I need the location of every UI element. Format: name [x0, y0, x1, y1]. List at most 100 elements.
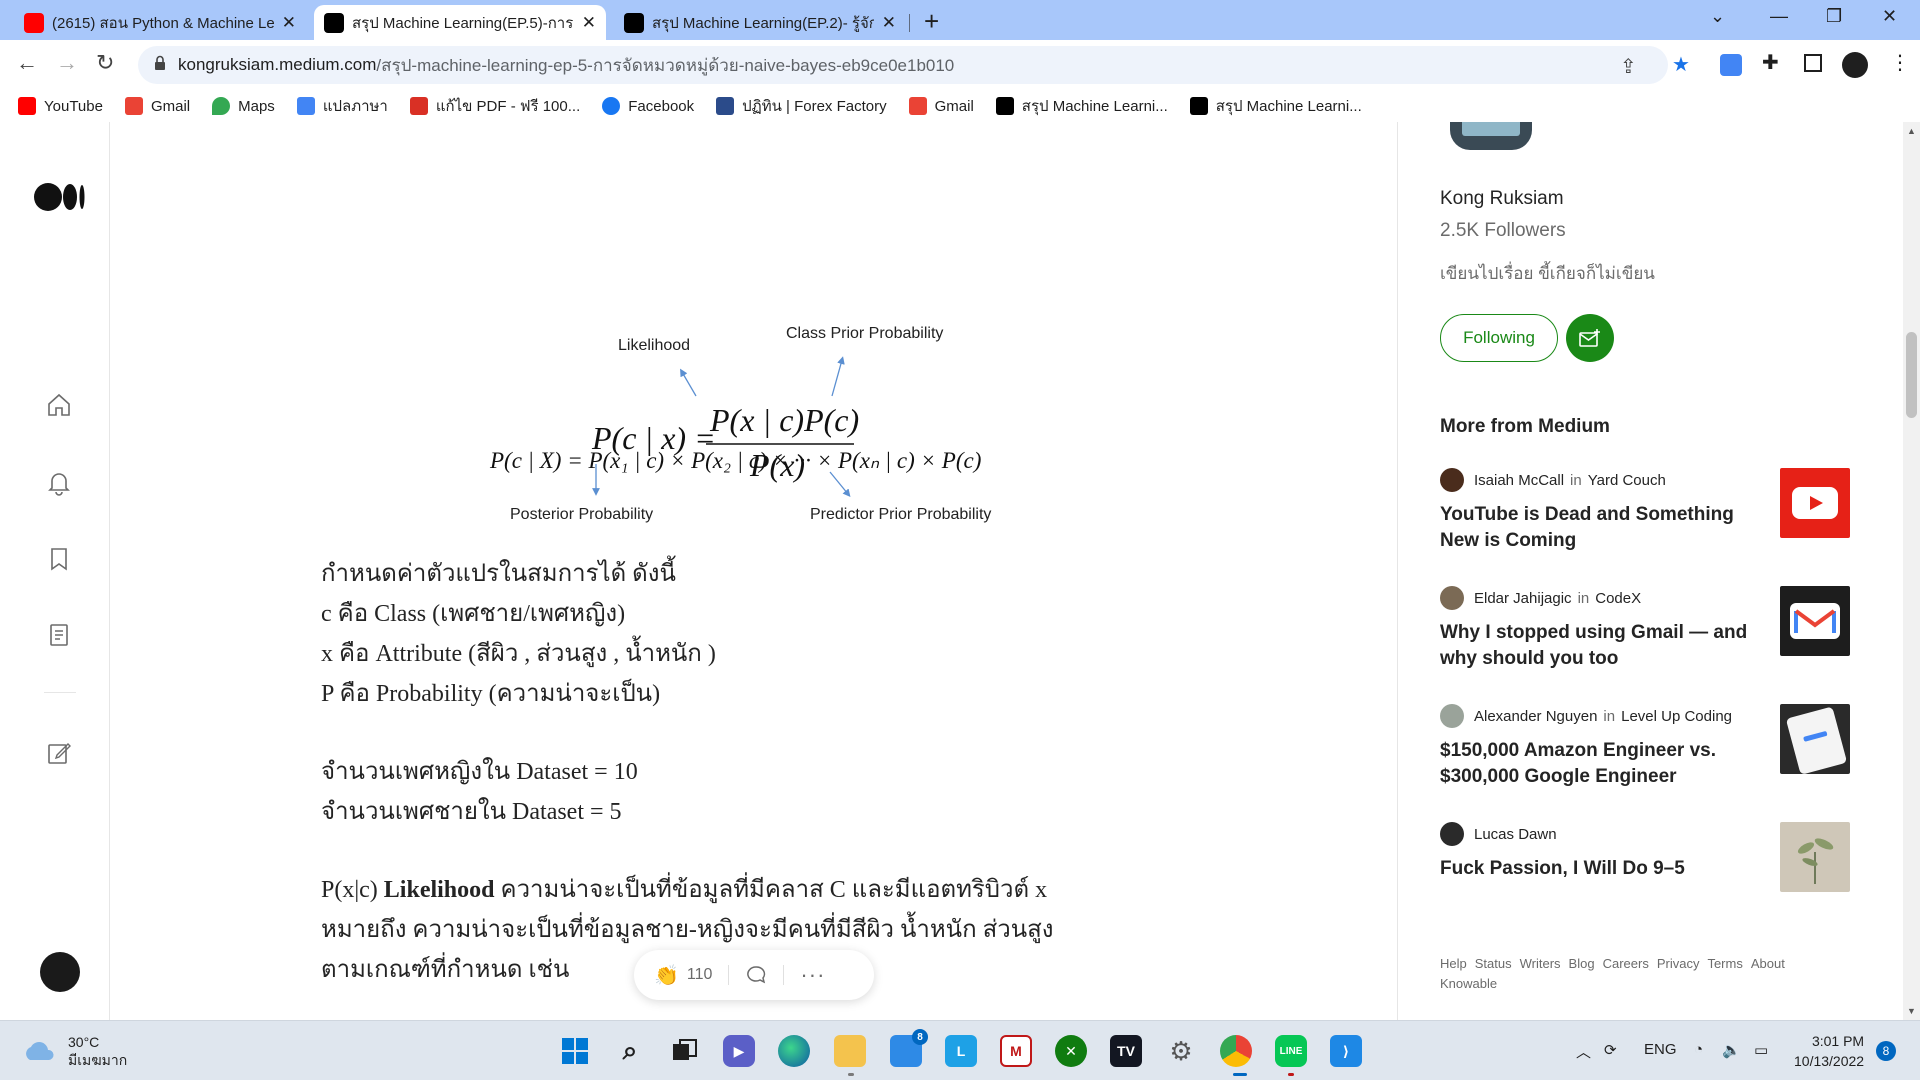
close-icon[interactable]: ✕ [282, 13, 296, 33]
bookmark-gmail[interactable]: Gmail [124, 97, 190, 115]
bookmark-pdf[interactable]: แก้ไข PDF - ฟรี 100... [409, 94, 580, 118]
footer-help[interactable]: Help [1440, 956, 1467, 971]
bookmark-maps[interactable]: Maps [212, 97, 275, 115]
story-card[interactable]: Isaiah McCall in Yard Couch YouTube is Dea… [1440, 468, 1870, 554]
weather-widget[interactable]: 30°C มีเมฆมาก [22, 1033, 127, 1069]
footer-privacy[interactable]: Privacy [1657, 956, 1700, 971]
clap-icon[interactable]: 👏 [654, 963, 679, 988]
story-author[interactable]: Isaiah McCall [1474, 472, 1564, 489]
notification-badge[interactable]: 8 [1876, 1041, 1896, 1061]
task-view-icon[interactable] [669, 1035, 701, 1067]
bookmark-medium-2[interactable]: สรุป Machine Learni... [1189, 94, 1362, 118]
gmail-thumb[interactable] [1780, 586, 1850, 656]
l-app-icon[interactable]: L [945, 1035, 977, 1067]
avatar[interactable] [1440, 586, 1464, 610]
mail-icon[interactable]: 8 [890, 1029, 928, 1067]
story-title[interactable]: $150,000 Amazon Engineer vs. $300,000 Go… [1440, 738, 1760, 790]
story-publication[interactable]: Level Up Coding [1621, 708, 1732, 725]
maximize-button[interactable]: ❐ [1826, 6, 1842, 27]
tab-search-icon[interactable]: ⌄ [1710, 6, 1725, 27]
story-card[interactable]: Lucas Dawn Fuck Passion, I Will Do 9–5 [1440, 822, 1870, 892]
tab-medium-ep2[interactable]: สรุป Machine Learning(EP.2)- รู้จัก ✕ [614, 5, 906, 40]
bookmarks-icon[interactable] [46, 546, 72, 572]
file-explorer-icon[interactable] [834, 1035, 866, 1067]
bookmark-star-icon[interactable]: ★ [1672, 52, 1690, 77]
extensions-puzzle-icon[interactable]: ✚ [1762, 50, 1779, 75]
battery-icon[interactable]: ▭ [1754, 1041, 1768, 1059]
bookmark-medium-1[interactable]: สรุป Machine Learni... [995, 94, 1168, 118]
close-window-button[interactable]: ✕ [1882, 6, 1897, 27]
chat-teams-icon[interactable]: ▶ [723, 1035, 755, 1067]
back-button[interactable]: ← [16, 50, 38, 76]
clock[interactable]: 3:01 PM 10/13/2022 [1794, 1031, 1864, 1071]
tray-chevron-icon[interactable]: ︿ [1576, 1041, 1591, 1062]
author-followers[interactable]: 2.5K Followers [1440, 220, 1566, 242]
story-publication[interactable]: CodeX [1595, 590, 1641, 607]
avatar[interactable] [1440, 468, 1464, 492]
bookmark-youtube[interactable]: YouTube [18, 97, 103, 115]
story-title[interactable]: Fuck Passion, I Will Do 9–5 [1440, 856, 1760, 882]
bookmark-gmail-2[interactable]: Gmail [908, 97, 974, 115]
bookmark-facebook[interactable]: Facebook [602, 97, 694, 115]
language-indicator[interactable]: ENG [1644, 1041, 1677, 1058]
translate-extension-icon[interactable] [1720, 54, 1742, 76]
edge-icon[interactable] [778, 1035, 810, 1067]
search-icon[interactable]: ⌕ [614, 1035, 646, 1067]
footer-terms[interactable]: Terms [1707, 956, 1742, 971]
tab-medium-ep5[interactable]: สรุป Machine Learning(EP.5)-การจั ✕ [314, 5, 606, 40]
subscribe-email-button[interactable] [1566, 314, 1614, 362]
page-scrollbar[interactable]: ▲ ▼ [1903, 122, 1920, 1020]
close-icon[interactable]: ✕ [882, 13, 896, 33]
more-options-icon[interactable]: ··· [800, 962, 825, 988]
story-publication[interactable]: Yard Couch [1588, 472, 1666, 489]
xbox-icon[interactable]: ✕ [1055, 1035, 1087, 1067]
plant-thumb[interactable] [1780, 822, 1850, 892]
scroll-thumb[interactable] [1906, 332, 1917, 418]
story-card[interactable]: Alexander Nguyen in Level Up Coding $150,0… [1440, 704, 1870, 790]
comment-icon[interactable] [745, 964, 767, 986]
reload-button[interactable]: ↻ [96, 50, 114, 76]
bell-icon[interactable] [46, 470, 72, 496]
share-icon[interactable]: ⇪ [1620, 54, 1637, 79]
medium-logo[interactable] [34, 182, 86, 212]
profile-avatar[interactable] [1842, 52, 1868, 78]
scroll-down-arrow[interactable]: ▼ [1907, 1006, 1916, 1016]
scroll-up-arrow[interactable]: ▲ [1907, 126, 1916, 136]
bookmark-translate[interactable]: แปลภาษา [296, 94, 388, 118]
author-name[interactable]: Kong Ruksiam [1440, 188, 1564, 210]
menu-kebab-icon[interactable]: ⋮ [1890, 50, 1910, 75]
story-title[interactable]: YouTube is Dead and Something New is Com… [1440, 502, 1760, 554]
footer-blog[interactable]: Blog [1569, 956, 1595, 971]
close-icon[interactable]: ✕ [582, 13, 596, 33]
minimize-button[interactable]: — [1770, 6, 1788, 27]
chrome-icon[interactable] [1220, 1035, 1252, 1067]
forward-button[interactable]: → [56, 50, 78, 76]
write-icon[interactable] [46, 740, 72, 766]
new-tab-button[interactable]: + [924, 6, 939, 37]
settings-gear-icon[interactable]: ⚙ [1165, 1035, 1197, 1067]
wifi-icon[interactable]: ◔ [1694, 1041, 1703, 1058]
start-windows-icon[interactable] [559, 1035, 591, 1067]
line-app-icon[interactable]: LINE [1275, 1035, 1307, 1067]
user-avatar[interactable] [40, 952, 80, 992]
story-author[interactable]: Alexander Nguyen [1474, 708, 1597, 725]
footer-knowable[interactable]: Knowable [1440, 976, 1497, 991]
author-avatar[interactable] [1446, 122, 1536, 150]
footer-writers[interactable]: Writers [1520, 956, 1561, 971]
story-title[interactable]: Why I stopped using Gmail — and why shou… [1440, 620, 1760, 672]
sync-icon[interactable]: ⟳ [1604, 1041, 1617, 1059]
footer-careers[interactable]: Careers [1603, 956, 1649, 971]
footer-about[interactable]: About [1751, 956, 1785, 971]
volume-icon[interactable]: 🔈 [1722, 1041, 1741, 1059]
footer-status[interactable]: Status [1475, 956, 1512, 971]
avatar[interactable] [1440, 822, 1464, 846]
tab-youtube[interactable]: (2615) สอน Python & Machine Le ✕ [14, 5, 306, 40]
tradingview-icon[interactable]: TV [1110, 1035, 1142, 1067]
address-bar[interactable]: kongruksiam.medium.com/สรุป-machine-lear… [138, 46, 1690, 84]
stories-icon[interactable] [46, 622, 72, 648]
side-panel-icon[interactable] [1804, 54, 1822, 72]
story-author[interactable]: Lucas Dawn [1474, 826, 1557, 843]
story-author[interactable]: Eldar Jahijagic [1474, 590, 1572, 607]
following-button[interactable]: Following [1440, 314, 1558, 362]
story-card[interactable]: Eldar Jahijagic in CodeX Why I stopped usi… [1440, 586, 1870, 672]
